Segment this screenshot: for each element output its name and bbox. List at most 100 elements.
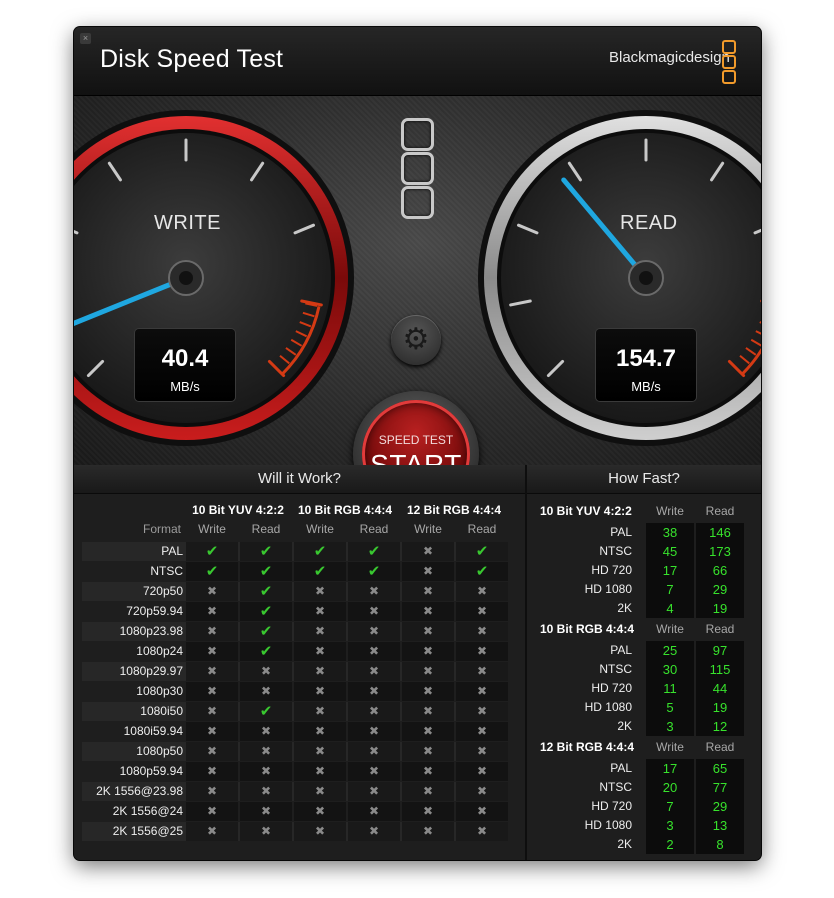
wiw-column-header: Read [359, 522, 389, 536]
write-fps-value: 4 [646, 599, 694, 618]
cross-icon: ✖ [240, 822, 292, 841]
format-name: HD 1080 [584, 818, 632, 832]
read-gauge-tick [567, 161, 582, 182]
gauge-panel: WRITE 40.4 MB/s READ 154.7 MB/s ⚙ SPEED … [74, 96, 761, 517]
format-name: HD 720 [591, 563, 632, 577]
indicator-square-icon [401, 152, 434, 185]
cross-icon: ✖ [186, 722, 238, 741]
cross-icon: ✖ [402, 702, 454, 721]
wiw-column-header: Read [251, 522, 281, 536]
read-gauge-redzone-tick [739, 354, 750, 365]
read-gauge-redzone-tick [745, 347, 757, 356]
write-gauge-redzone-tick [285, 347, 297, 356]
format-name: HD 720 [591, 799, 632, 813]
write-fps-value: 25 [646, 641, 694, 660]
cross-icon: ✖ [402, 562, 454, 581]
read-fps-value: 146 [696, 523, 744, 542]
read-fps-value: 12 [696, 717, 744, 736]
read-fps-value: 13 [696, 816, 744, 835]
read-gauge-tick [517, 223, 539, 235]
write-gauge-tick [107, 161, 122, 182]
cross-icon: ✖ [186, 682, 238, 701]
write-fps-value: 3 [646, 816, 694, 835]
cross-icon: ✖ [348, 742, 400, 761]
format-name: 1080p24 [136, 644, 183, 658]
write-gauge-label: WRITE [154, 212, 221, 234]
cross-icon: ✖ [456, 662, 508, 681]
write-speed-unit: MB/s [170, 379, 200, 394]
cross-icon: ✖ [294, 802, 346, 821]
cross-icon: ✖ [456, 822, 508, 841]
read-gauge-hub [628, 260, 664, 296]
read-fps-value: 29 [696, 580, 744, 599]
cross-icon: ✖ [294, 762, 346, 781]
cross-icon: ✖ [240, 742, 292, 761]
title-bar: × Disk Speed Test Blackmagicdesign [74, 27, 761, 96]
cross-icon: ✖ [186, 822, 238, 841]
cross-icon: ✖ [348, 602, 400, 621]
read-gauge-tick [727, 359, 746, 378]
cross-icon: ✖ [348, 642, 400, 661]
cross-icon: ✖ [348, 702, 400, 721]
write-gauge-tick [74, 229, 79, 235]
format-name: 2K 1556@23.98 [96, 784, 183, 798]
read-gauge-tick [710, 161, 725, 182]
cross-icon: ✖ [456, 762, 508, 781]
format-name: HD 1080 [584, 582, 632, 596]
check-icon: ✔ [456, 562, 508, 581]
format-name: 2K [617, 719, 632, 733]
cross-icon: ✖ [402, 622, 454, 641]
write-gauge-redzone-tick [302, 311, 315, 318]
will-it-work-title: Will it Work? [74, 465, 525, 494]
read-fps-value: 77 [696, 778, 744, 797]
cross-icon: ✖ [186, 582, 238, 601]
cross-icon: ✖ [456, 782, 508, 801]
wiw-column-header: Write [306, 522, 334, 536]
check-icon: ✔ [240, 622, 292, 641]
check-icon: ✔ [240, 642, 292, 661]
write-gauge-redzone-tick [299, 321, 312, 328]
write-fps-value: 30 [646, 660, 694, 679]
format-name: NTSC [599, 780, 632, 794]
write-fps-value: 20 [646, 778, 694, 797]
format-name: 2K 1556@25 [112, 824, 183, 838]
indicator-square-icon [401, 118, 434, 151]
format-name: NTSC [150, 564, 183, 578]
cross-icon: ✖ [348, 762, 400, 781]
cross-icon: ✖ [348, 622, 400, 641]
settings-button[interactable]: ⚙ [391, 315, 441, 365]
how-fast-write-header: Write [656, 740, 684, 754]
check-icon: ✔ [186, 542, 238, 561]
read-fps-value: 66 [696, 561, 744, 580]
cross-icon: ✖ [456, 742, 508, 761]
cross-icon: ✖ [348, 722, 400, 741]
format-name: 1080p29.97 [119, 664, 183, 678]
close-icon[interactable]: × [80, 33, 91, 44]
cross-icon: ✖ [240, 802, 292, 821]
format-name: NTSC [599, 544, 632, 558]
cross-icon: ✖ [402, 822, 454, 841]
cross-icon: ✖ [456, 702, 508, 721]
cross-icon: ✖ [186, 802, 238, 821]
format-name: PAL [161, 544, 183, 558]
read-speed-unit: MB/s [631, 379, 661, 394]
cross-icon: ✖ [186, 762, 238, 781]
write-gauge-tick [267, 359, 286, 378]
check-icon: ✔ [294, 562, 346, 581]
read-fps-value: 65 [696, 759, 744, 778]
read-gauge-redzone-tick [750, 338, 761, 347]
format-name: 1080p23.98 [119, 624, 183, 638]
cross-icon: ✖ [240, 762, 292, 781]
how-fast-title: How Fast? [527, 465, 761, 494]
format-name: 2K [617, 601, 632, 615]
section-divider [525, 465, 527, 860]
wiw-column-header: Write [414, 522, 442, 536]
write-fps-value: 17 [646, 561, 694, 580]
format-name: HD 1080 [584, 700, 632, 714]
cross-icon: ✖ [186, 602, 238, 621]
indicator-square-icon [401, 186, 434, 219]
cross-icon: ✖ [348, 802, 400, 821]
write-gauge-tick [86, 359, 105, 378]
cross-icon: ✖ [402, 582, 454, 601]
cross-icon: ✖ [186, 742, 238, 761]
